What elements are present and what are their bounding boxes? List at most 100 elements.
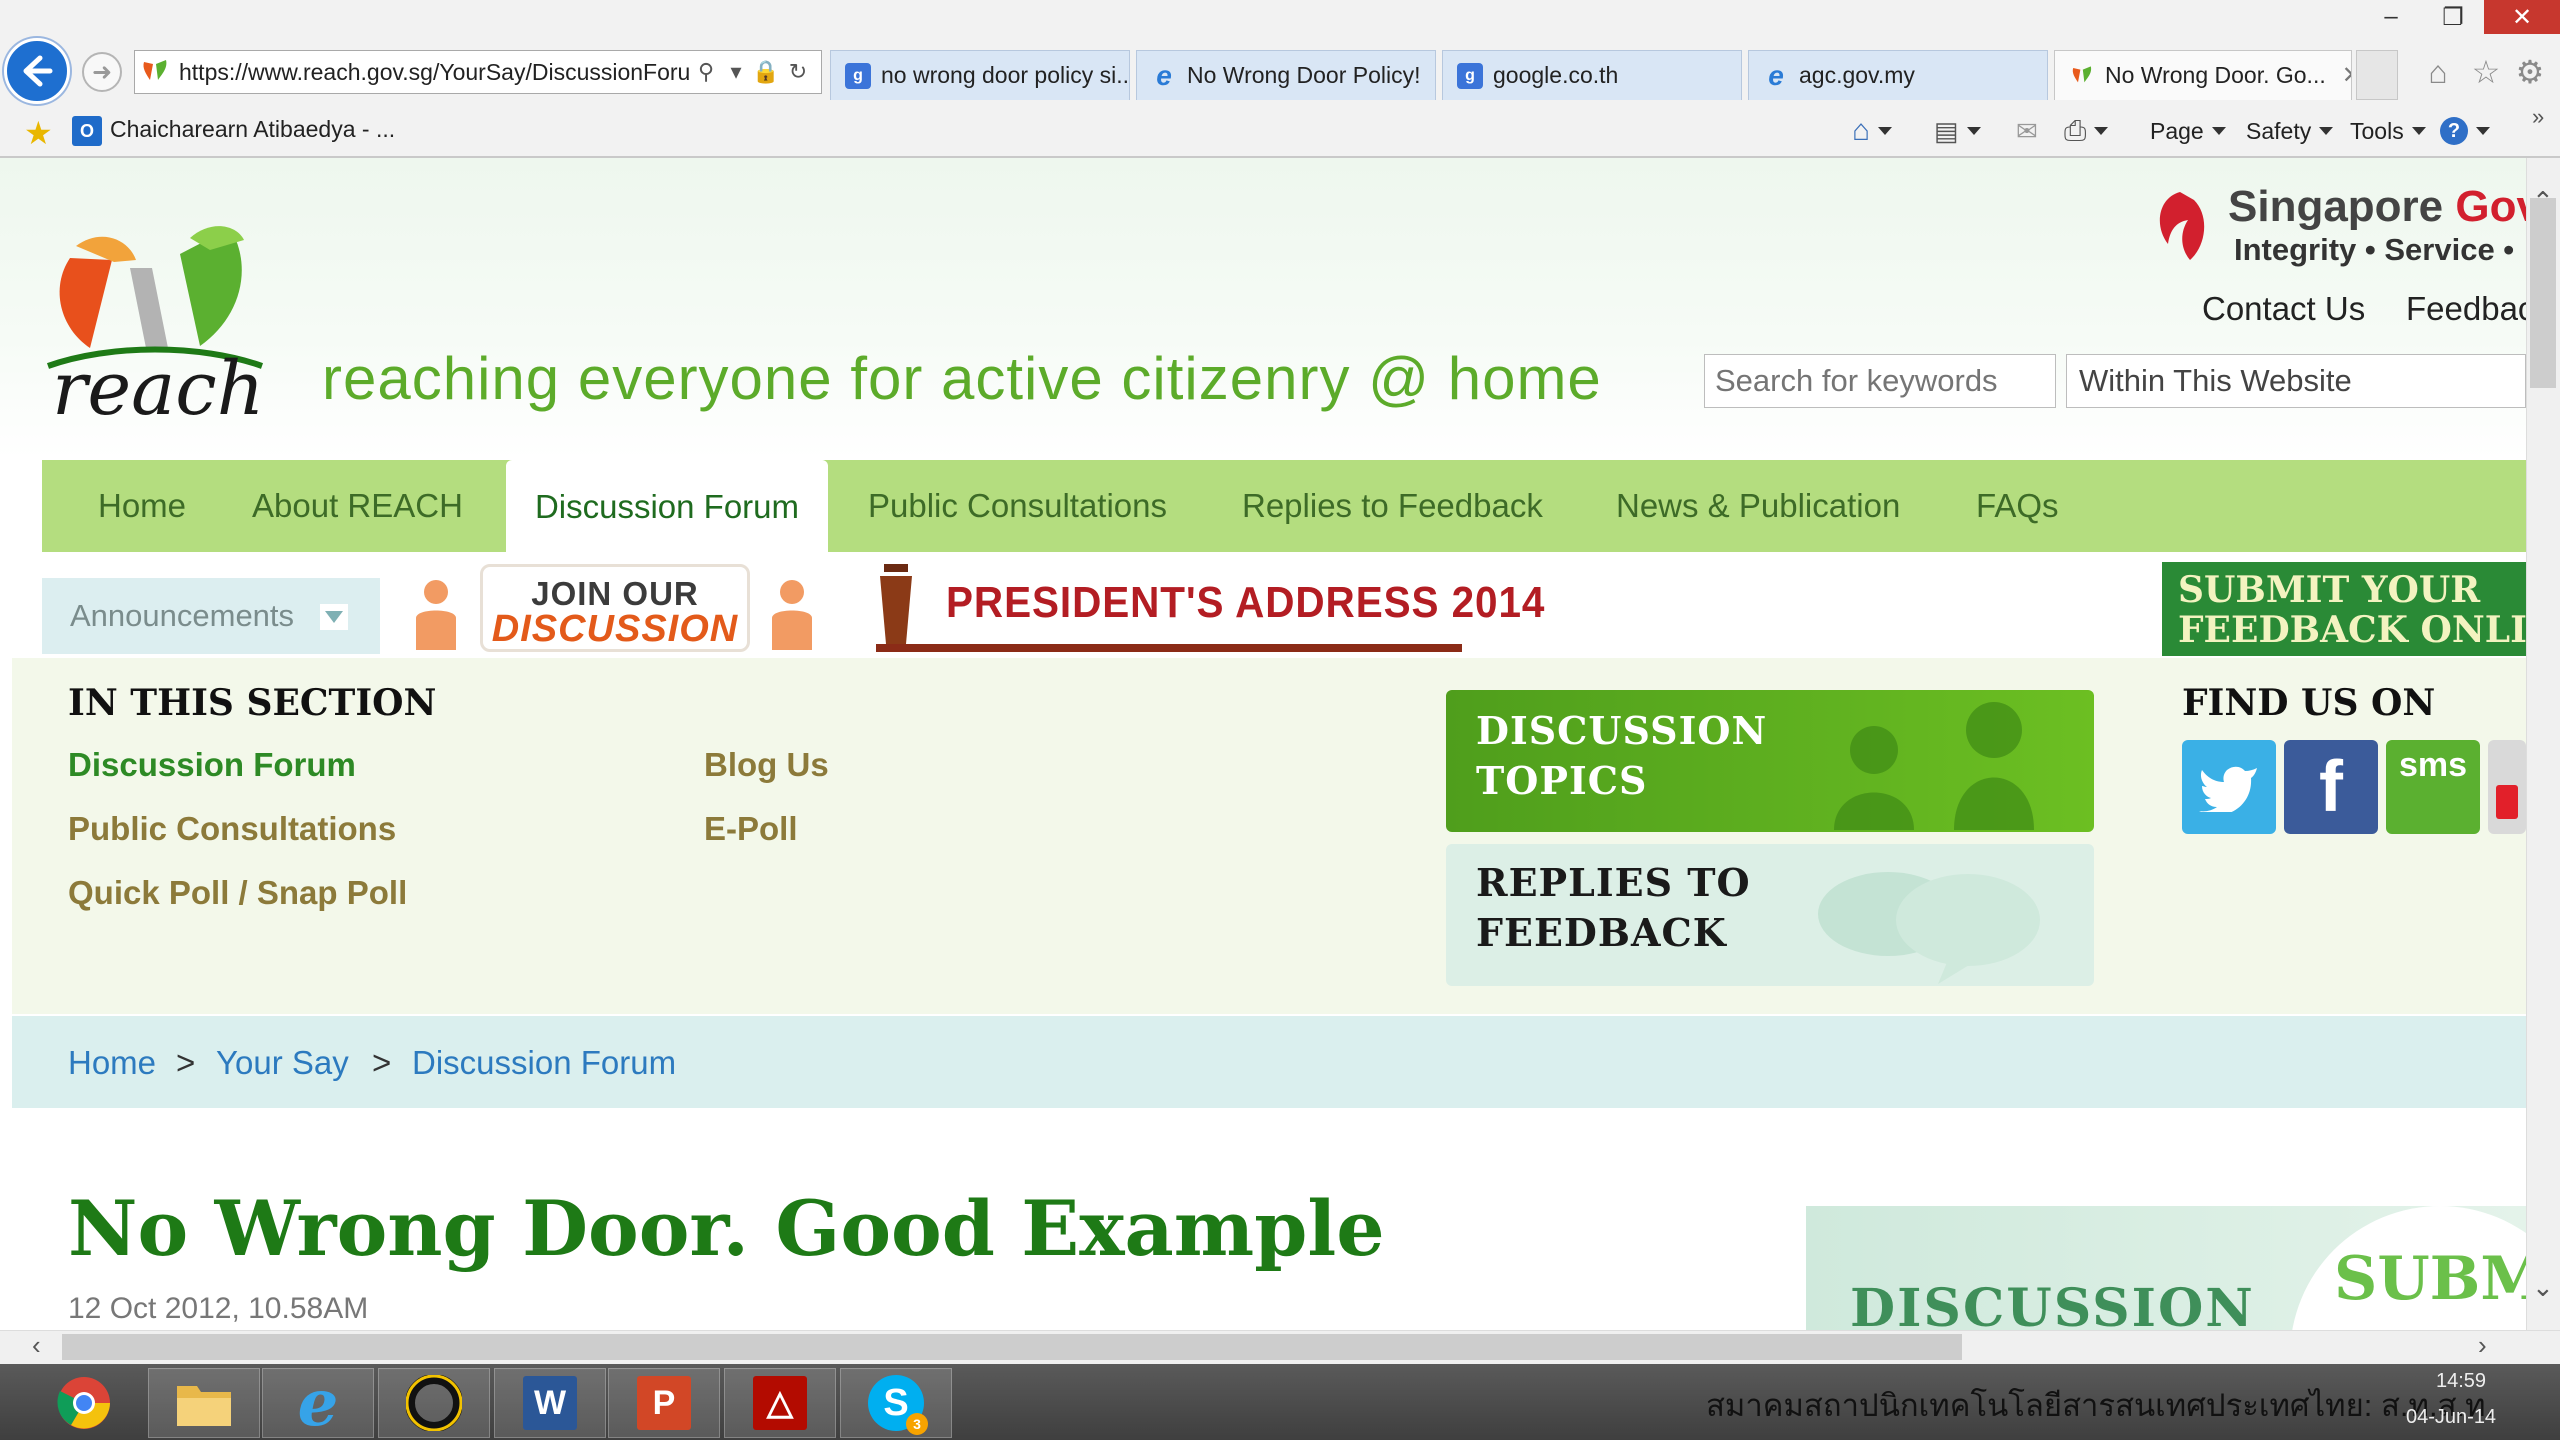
section-heading: IN THIS SECTION bbox=[68, 682, 437, 724]
help-icon: ? bbox=[2440, 117, 2468, 145]
nav-news-publication[interactable]: News & Publication bbox=[1616, 460, 1900, 552]
discussion-topics-label: DISCUSSION TOPICS bbox=[1476, 706, 1767, 806]
submit-line-1: SUBMIT YOUR bbox=[2178, 569, 2481, 611]
lectern-icon bbox=[880, 564, 912, 644]
clock-time[interactable]: 14:59 bbox=[2436, 1370, 2486, 1393]
home-icon[interactable]: ⌂ bbox=[2416, 50, 2460, 94]
tab-label: No Wrong Door. Go... bbox=[2105, 62, 2326, 88]
breadcrumb-your-say[interactable]: Your Say bbox=[216, 1044, 349, 1082]
section-link-discussion-forum[interactable]: Discussion Forum bbox=[68, 746, 356, 784]
chevron-more-icon[interactable]: » bbox=[2532, 104, 2544, 130]
scroll-left-icon[interactable]: ‹ bbox=[32, 1330, 41, 1361]
join-line-2: DISCUSSION bbox=[491, 608, 739, 650]
browser-tab-5[interactable]: No Wrong Door. Go... ✕ bbox=[2054, 50, 2352, 100]
presidents-address-underline bbox=[876, 644, 1462, 652]
restore-button[interactable]: ❐ bbox=[2422, 0, 2484, 34]
submit-feedback-banner[interactable]: SUBMIT YOUR FEEDBACK ONLI bbox=[2162, 562, 2526, 656]
lock-icon[interactable]: 🔒 bbox=[752, 58, 780, 86]
powerpoint-app-icon[interactable]: P bbox=[608, 1368, 720, 1438]
chevron-down-icon[interactable]: ▾ bbox=[722, 58, 750, 86]
nav-about-reach[interactable]: About REACH bbox=[252, 460, 463, 552]
scroll-right-icon[interactable]: › bbox=[2478, 1330, 2487, 1361]
browser-tab-2[interactable]: e No Wrong Door Policy! bbox=[1136, 50, 1436, 100]
section-link-e-poll[interactable]: E-Poll bbox=[704, 810, 798, 848]
outlook-icon: O bbox=[72, 116, 102, 146]
refresh-icon[interactable]: ↻ bbox=[784, 58, 812, 86]
speech-bubbles-icon bbox=[1818, 872, 2040, 984]
forward-button[interactable]: ➜ bbox=[82, 52, 122, 92]
acrobat-app-icon[interactable]: △ bbox=[724, 1368, 836, 1438]
chevron-down-icon bbox=[2211, 127, 2226, 135]
gear-icon[interactable]: ⚙ bbox=[2508, 50, 2552, 94]
nav-public-consultations[interactable]: Public Consultations bbox=[868, 460, 1167, 552]
mail-icon: ✉ bbox=[2016, 115, 2038, 146]
nav-home[interactable]: Home bbox=[98, 460, 186, 552]
vertical-scroll-thumb[interactable] bbox=[2530, 198, 2556, 388]
nav-discussion-forum[interactable]: Discussion Forum bbox=[506, 460, 828, 554]
section-link-public-consultations[interactable]: Public Consultations bbox=[68, 810, 396, 848]
join-discussion-banner[interactable]: JOIN OUR DISCUSSION bbox=[480, 564, 750, 652]
close-window-button[interactable]: ✕ bbox=[2484, 0, 2560, 34]
contact-us-link[interactable]: Contact Us bbox=[2202, 290, 2365, 328]
skype-app-icon[interactable]: S 3 bbox=[840, 1368, 952, 1438]
breadcrumb-separator: > bbox=[372, 1044, 392, 1081]
minimize-button[interactable]: – bbox=[2360, 0, 2422, 34]
safety-menu[interactable]: Safety bbox=[2246, 114, 2334, 148]
print-command[interactable]: ⎙ bbox=[2064, 114, 2109, 148]
breadcrumb-separator: > bbox=[176, 1044, 196, 1081]
announcements-label: Announcements bbox=[70, 598, 295, 633]
tools-menu[interactable]: Tools bbox=[2350, 114, 2426, 148]
browser-tab-4[interactable]: e agc.gov.my bbox=[1748, 50, 2048, 100]
reach-favicon-icon bbox=[143, 60, 167, 80]
close-tab-icon[interactable]: ✕ bbox=[2342, 61, 2351, 90]
chrome-app-icon[interactable] bbox=[28, 1368, 140, 1438]
tab-label: agc.gov.my bbox=[1799, 62, 1915, 88]
address-url: https://www.reach.gov.sg/YourSay/Discuss… bbox=[179, 58, 691, 85]
browser-tab-3[interactable]: g google.co.th bbox=[1442, 50, 1742, 100]
scroll-down-icon[interactable]: ⌄ bbox=[2532, 1272, 2554, 1303]
card-topics-line-2: TOPICS bbox=[1476, 758, 1648, 803]
tab-label: google.co.th bbox=[1493, 62, 1619, 88]
chevron-down-icon bbox=[2476, 127, 2490, 135]
new-tab-button[interactable] bbox=[2356, 50, 2398, 100]
horizontal-scroll-thumb[interactable] bbox=[62, 1334, 1962, 1360]
help-menu[interactable]: ? bbox=[2440, 114, 2490, 148]
feeds-command[interactable]: ▤ bbox=[1934, 114, 1981, 148]
browser-tab-1[interactable]: g no wrong door policy si... bbox=[830, 50, 1130, 100]
site-tagline: reaching everyone for active citizenry @… bbox=[322, 345, 1602, 412]
chevron-down-icon bbox=[1878, 127, 1893, 135]
section-link-quick-poll[interactable]: Quick Poll / Snap Poll bbox=[68, 874, 407, 912]
tab-label: no wrong door policy si... bbox=[881, 62, 1130, 88]
presidents-address-banner[interactable]: PRESIDENT'S ADDRESS 2014 bbox=[946, 578, 1545, 628]
facebook-icon[interactable]: f bbox=[2284, 740, 2378, 834]
home-command[interactable]: ⌂ bbox=[1852, 114, 1893, 148]
nav-faqs[interactable]: FAQs bbox=[1976, 460, 2059, 552]
section-link-blog-us[interactable]: Blog Us bbox=[704, 746, 829, 784]
internet-explorer-app-icon[interactable]: e bbox=[262, 1366, 374, 1441]
gov-title: Singapore Gov bbox=[2228, 182, 2526, 232]
favorites-star-icon[interactable]: ★ bbox=[24, 114, 53, 152]
file-explorer-app-icon[interactable] bbox=[148, 1368, 260, 1438]
favorite-link[interactable]: Chaicharearn Atibaedya - ... bbox=[110, 116, 395, 143]
search-scope-select[interactable]: Within This Website bbox=[2066, 354, 2526, 408]
sms-icon[interactable]: sms bbox=[2386, 740, 2480, 834]
back-button[interactable] bbox=[4, 38, 70, 104]
search-icon[interactable]: ⚲ bbox=[692, 58, 720, 86]
nav-replies-to-feedback[interactable]: Replies to Feedback bbox=[1242, 460, 1543, 552]
page-menu[interactable]: Page bbox=[2150, 114, 2226, 148]
clock-date[interactable]: 04-Jun-14 bbox=[2406, 1406, 2496, 1429]
breadcrumb-discussion-forum[interactable]: Discussion Forum bbox=[412, 1044, 676, 1082]
search-input[interactable] bbox=[1704, 354, 2056, 408]
star-icon[interactable]: ☆ bbox=[2464, 50, 2508, 94]
breadcrumb-home[interactable]: Home bbox=[68, 1044, 156, 1082]
mail-command[interactable]: ✉ bbox=[2016, 114, 2038, 148]
word-app-icon[interactable]: W bbox=[494, 1368, 606, 1438]
feedback-link[interactable]: Feedbac bbox=[2406, 290, 2526, 328]
side-submit-label[interactable]: SUBM bbox=[2334, 1244, 2526, 1314]
ie-icon: e bbox=[1156, 59, 1172, 91]
twitter-icon[interactable] bbox=[2182, 740, 2276, 834]
youtube-icon[interactable] bbox=[2488, 740, 2526, 834]
rss-icon: ▤ bbox=[1934, 115, 1959, 146]
chevron-down-icon[interactable] bbox=[320, 604, 348, 630]
app-circle-icon[interactable] bbox=[378, 1368, 490, 1438]
